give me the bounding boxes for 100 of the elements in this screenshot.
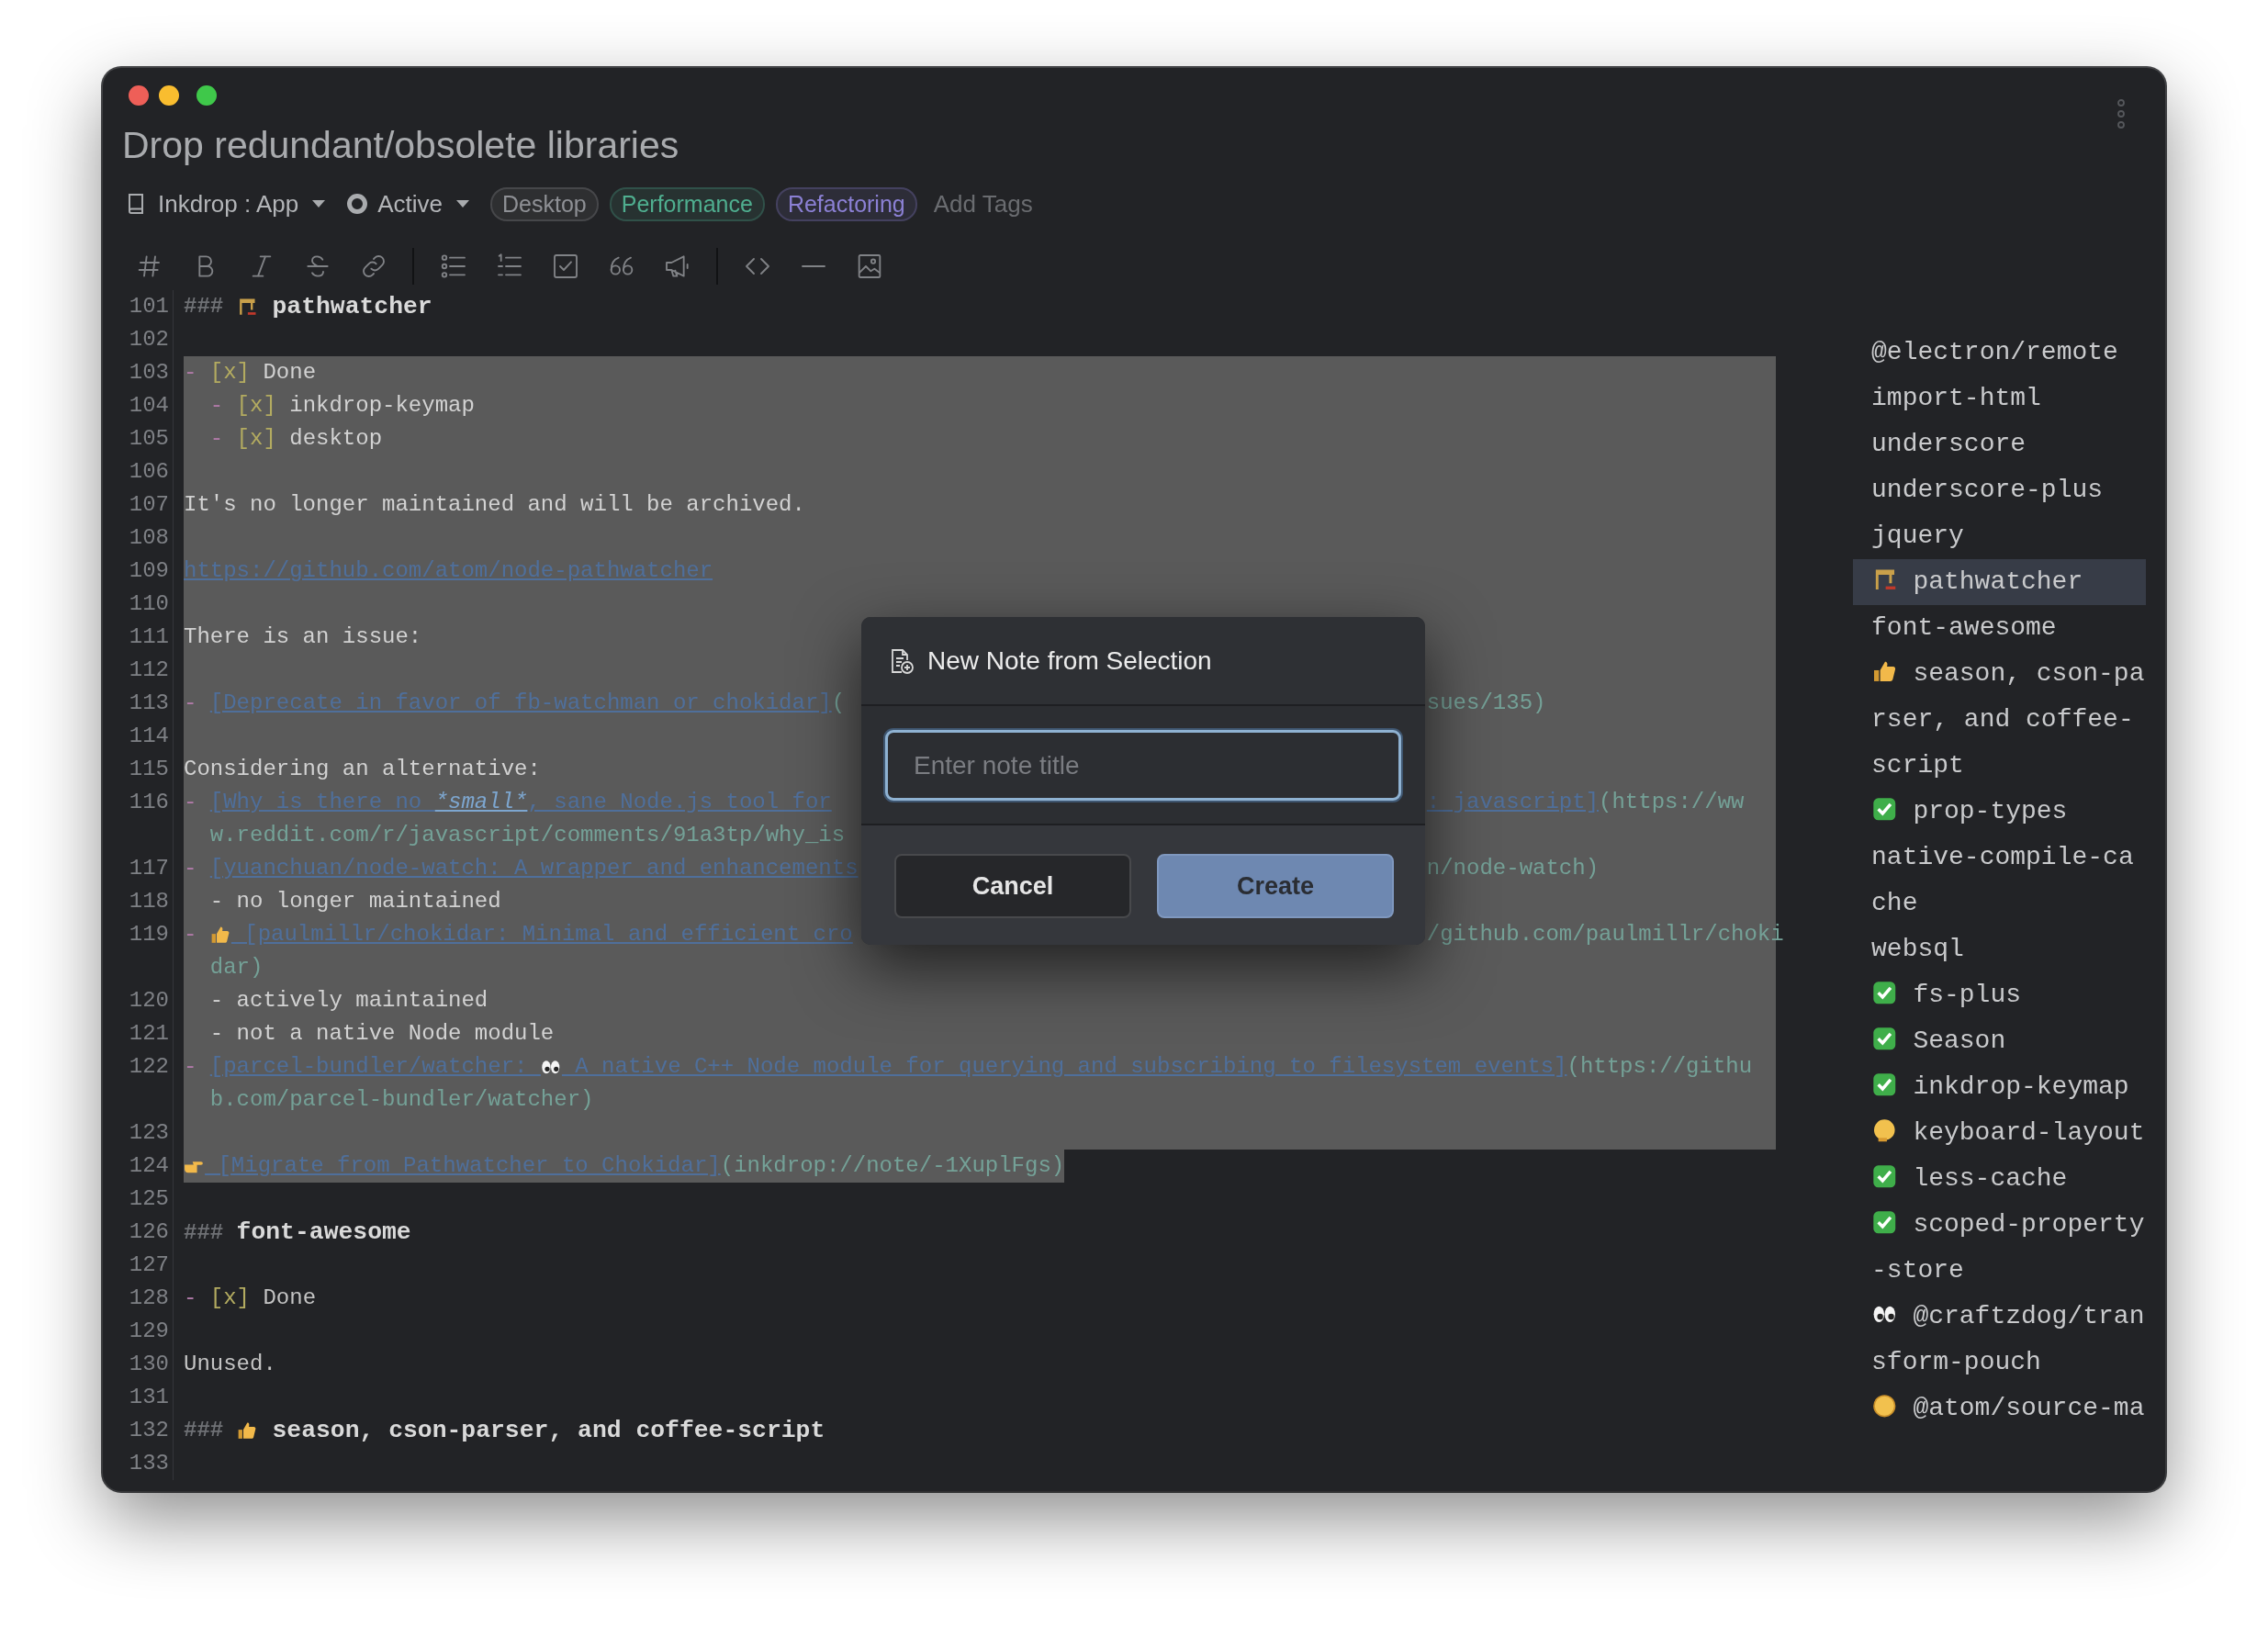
outline-item[interactable]: jquery [1853, 513, 2147, 559]
line-number: 128 [128, 1285, 169, 1312]
line-text: - [184, 921, 198, 948]
note-title[interactable]: Drop redundant/obsolete libraries [122, 124, 679, 166]
line-number: 109 [128, 557, 169, 585]
check-icon [1871, 980, 1898, 1005]
line-number: 120 [128, 987, 169, 1015]
line-number: 133 [128, 1450, 169, 1477]
close-button[interactable] [129, 85, 149, 106]
line-text: pathwatcher [271, 291, 432, 322]
line-number: 125 [128, 1185, 169, 1213]
line-text: Unused. [184, 1351, 276, 1378]
line-number: 111 [128, 623, 169, 651]
outline-item[interactable]: fs-plus [1853, 972, 2147, 1018]
line-number: 124 [128, 1152, 169, 1180]
line-number: 131 [128, 1384, 169, 1411]
line-number: 127 [128, 1251, 169, 1279]
line-text: - [x] desktop [209, 425, 383, 453]
note-title-field[interactable]: Enter note title [885, 730, 1401, 801]
create-button[interactable]: Create [1157, 854, 1394, 918]
check-icon [1871, 1026, 1898, 1051]
line-number: 112 [128, 656, 169, 684]
outline-item[interactable]: scoped-property-store [1853, 1202, 2147, 1294]
line-text: There is an issue: [184, 623, 422, 651]
checkbox-icon[interactable] [551, 252, 580, 281]
line-number: 101 [128, 293, 169, 320]
outline-item[interactable]: pathwatcher [1853, 559, 2147, 605]
line-number: 129 [128, 1318, 169, 1345]
line-text: b.com/parcel-bundler/watcher) [209, 1086, 594, 1114]
line-number: 104 [128, 392, 169, 420]
tag[interactable]: Performance [609, 186, 765, 221]
line-text: /github.com/paulmillr/choki [1426, 921, 1784, 948]
line-number: 102 [128, 326, 169, 353]
line-text: - [parcel-bundler/watcher: [184, 1053, 529, 1081]
check-icon [1871, 1163, 1898, 1189]
tag[interactable]: Desktop [490, 186, 599, 221]
line-number: 114 [128, 723, 169, 750]
line-text: - no longer maintained [209, 888, 501, 915]
outline-item[interactable]: @atom/source-ma [1853, 1386, 2147, 1431]
line-text: https://github.com/atom/node-pathwatcher [184, 557, 713, 585]
line-number: 126 [128, 1218, 169, 1246]
notebook-dropdown[interactable]: Inkdrop : App [127, 189, 327, 219]
line-text: ### font-awesome [184, 1217, 411, 1248]
line-text: n/node-watch) [1426, 855, 1600, 882]
line-text: It's no longer maintained and will be archived. [184, 491, 805, 519]
outline-item[interactable]: import-html [1853, 376, 2147, 421]
add-tags-field[interactable]: Add Tags [927, 189, 1081, 219]
line-text: : javascript](https://ww [1426, 789, 1745, 816]
line-text: - [yuanchuan/node-watch: A wrapper and enhancements [184, 855, 859, 882]
outline-item[interactable]: font-awesome [1853, 605, 2147, 651]
line-number: 122 [128, 1053, 169, 1081]
line-text: sues/135) [1426, 690, 1546, 717]
line-text: - [x] inkdrop-keymap [209, 392, 475, 420]
line-text: - [x] Done [184, 359, 317, 387]
outline-item[interactable]: websql [1853, 926, 2147, 972]
line-text: Considering an alternative: [184, 756, 541, 783]
cancel-button[interactable]: Cancel [894, 854, 1131, 918]
line-number: 113 [128, 690, 169, 717]
line-number: 119 [128, 921, 169, 948]
line-text: ### [184, 293, 225, 320]
line-number: 118 [128, 888, 169, 915]
minimize-button[interactable] [159, 85, 179, 106]
line-text: [paulmillr/chokidar: Minimal and efficient cro [243, 921, 853, 948]
outline-item[interactable]: prop-types [1853, 789, 2147, 835]
tag[interactable]: Refactoring [775, 186, 917, 221]
line-text: - actively maintained [209, 987, 488, 1015]
outline-item[interactable]: less-cache [1853, 1156, 2147, 1202]
line-number: 107 [128, 491, 169, 519]
line-number: 106 [128, 458, 169, 486]
line-number: 110 [128, 590, 169, 618]
check-icon [1871, 1072, 1898, 1097]
outline-item[interactable]: @electron/remote [1853, 330, 2147, 376]
outline-item[interactable]: inkdrop-keymap [1853, 1064, 2147, 1110]
line-text: - [Deprecate in favor of fb-watchman or chokidar]( [184, 690, 846, 717]
check-icon [1871, 1209, 1898, 1235]
caret-icon [455, 199, 471, 208]
line-number: 116 [128, 789, 169, 816]
line-number: 121 [128, 1020, 169, 1048]
line-text: ### [184, 1417, 225, 1444]
outline-item[interactable]: @craftzdog/transform-pouch [1853, 1294, 2147, 1386]
line-text: w.reddit.com/r/javascript/comments/91a3tp/why_is [209, 822, 846, 849]
outline-item[interactable]: Season [1853, 1018, 2147, 1064]
status-icon [346, 193, 369, 215]
status-dropdown[interactable]: Active [346, 189, 471, 219]
line-text: [Migrate from Pathwatcher to Chokidar](inkdrop://note/-1XuplFgs) [217, 1152, 1065, 1180]
line-text: dar) [209, 954, 264, 982]
line-text: - [x] Done [184, 1285, 317, 1312]
dialog-title: New Note from Selection [927, 645, 1212, 676]
line-text: - not a native Node module [209, 1020, 555, 1048]
line-number: 130 [128, 1351, 169, 1378]
outline-item[interactable]: underscore [1853, 421, 2147, 467]
line-number: 108 [128, 524, 169, 552]
line-text: - [Why is there no *small*, sane Node.js tool for [184, 789, 832, 816]
line-number: 105 [128, 425, 169, 453]
line-text: A native C++ Node module for querying and subscribing to filesystem events](https://githu [574, 1053, 1753, 1081]
zoom-button[interactable] [196, 85, 217, 106]
line-number: 117 [128, 855, 169, 882]
more-icon[interactable] [2115, 98, 2128, 129]
outline-item[interactable]: underscore-plus [1853, 467, 2147, 513]
outline-item[interactable]: keyboard-layout [1853, 1110, 2147, 1156]
